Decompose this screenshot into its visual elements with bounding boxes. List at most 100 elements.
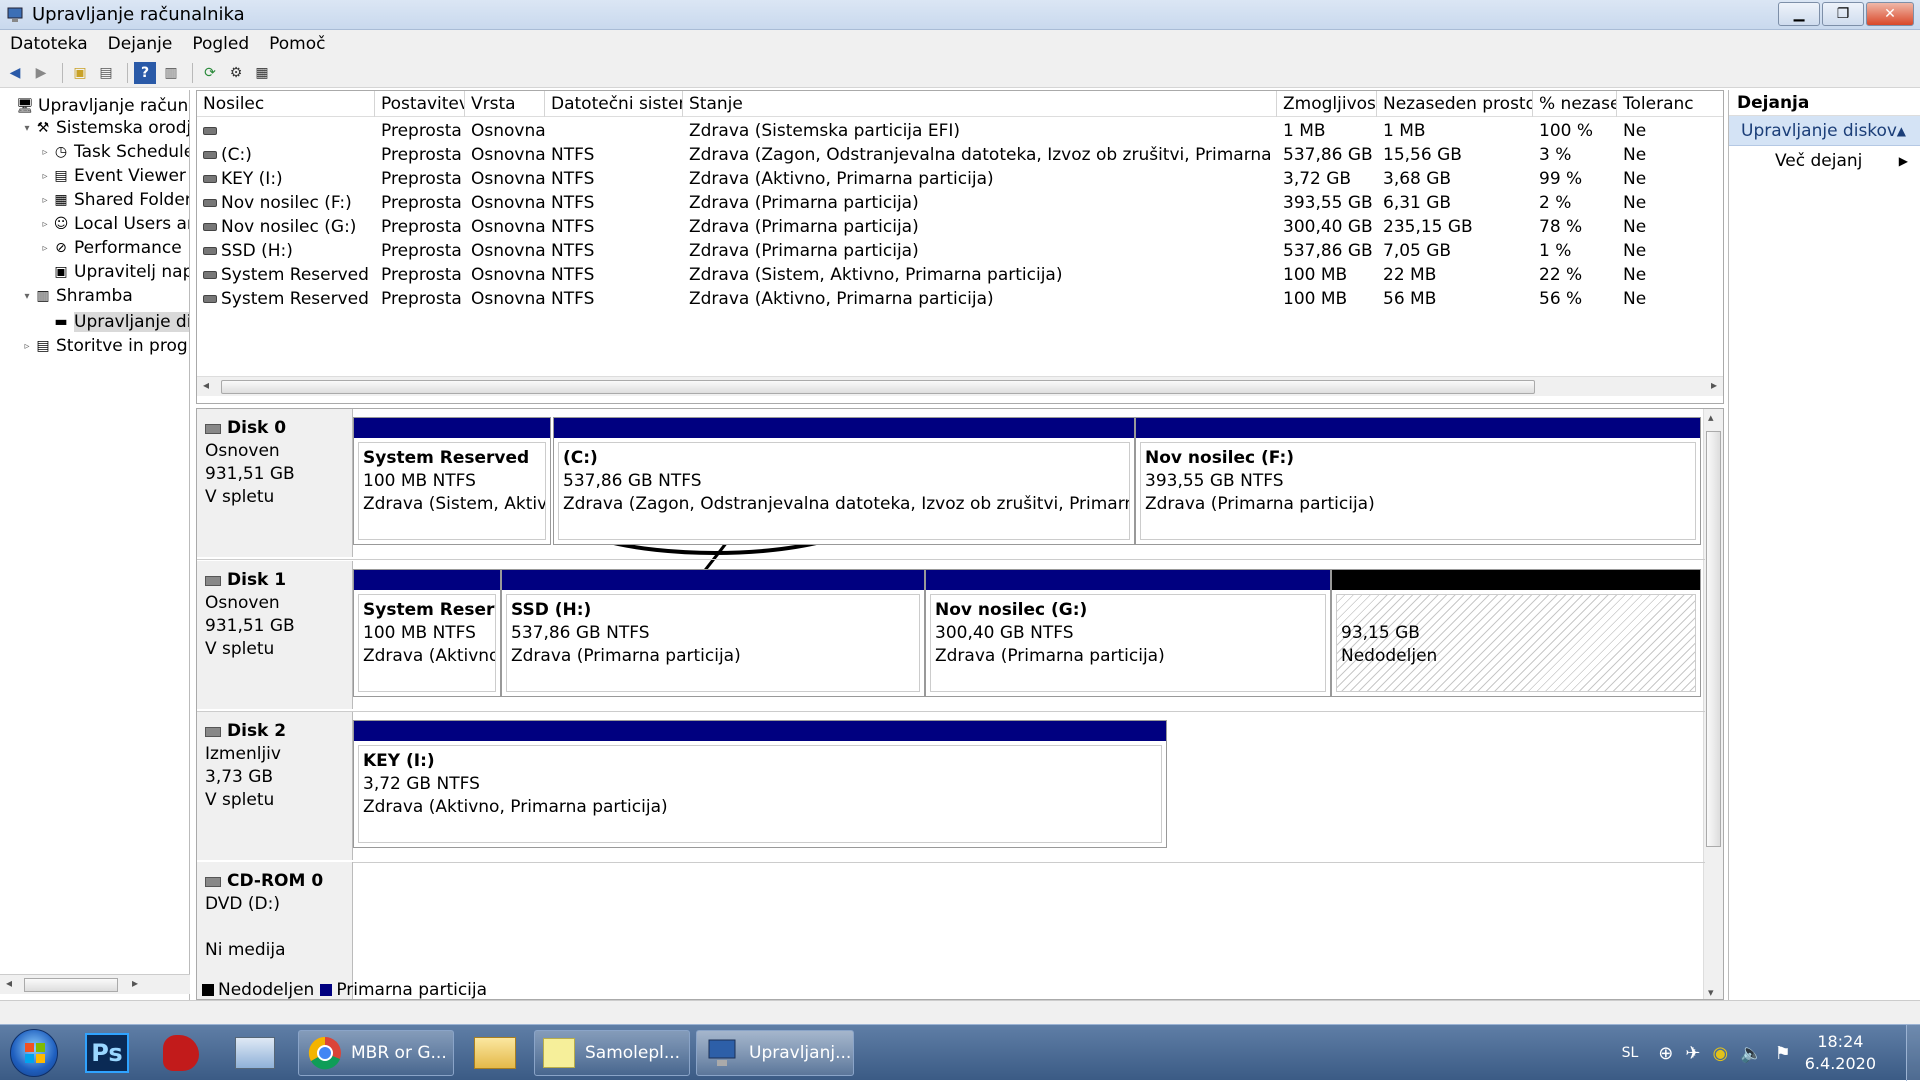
- expand-toggle-icon[interactable]: ▾: [20, 291, 34, 302]
- volume-row[interactable]: (C:) Preprosta Osnovna NTFS Zdrava (Zagon, O…: [197, 143, 1723, 167]
- tree-item[interactable]: ▹ ◷ Task Scheduler: [38, 140, 189, 164]
- photoshop-icon[interactable]: Ps: [76, 1029, 138, 1077]
- language-indicator[interactable]: SL: [1622, 1045, 1639, 1061]
- show-desktop-button[interactable]: [1906, 1025, 1920, 1081]
- expand-toggle-icon[interactable]: ▹: [38, 243, 52, 254]
- column-header[interactable]: Vrsta: [465, 91, 545, 117]
- volume-cell: 100 %: [1539, 121, 1594, 141]
- column-header[interactable]: Postavitev: [375, 91, 465, 117]
- forward-icon[interactable]: ▶: [30, 62, 52, 84]
- partition-block[interactable]: KEY (I:) 3,72 GB NTFS Zdrava (Aktivno, Pri…: [353, 720, 1167, 848]
- column-header[interactable]: Toleranc: [1617, 91, 1723, 117]
- scroll-thumb[interactable]: [24, 978, 118, 992]
- disk-label[interactable]: Disk 2 Izmenljiv 3,73 GB V spletu: [197, 712, 353, 860]
- control-panel-icon[interactable]: [224, 1029, 286, 1077]
- help-icon[interactable]: ?: [134, 61, 156, 84]
- volume-row[interactable]: SSD (H:) Preprosta Osnovna NTFS Zdrava (Prim…: [197, 239, 1723, 263]
- volume-row[interactable]: System Reserved Preprosta Osnovna NTFS Zdrav…: [197, 263, 1723, 287]
- partition-block[interactable]: (C:) 537,86 GB NTFS Zdrava (Zagon, Odstran…: [553, 417, 1135, 545]
- volume-list-horizontal-scrollbar[interactable]: ◂ ▸: [197, 376, 1723, 396]
- tree-item[interactable]: ▹☺ Local Users and: [38, 212, 189, 236]
- disk-label[interactable]: Disk 0 Osnoven 931,51 GB V spletu: [197, 409, 353, 557]
- action-center-icon[interactable]: ⚑: [1775, 1043, 1791, 1064]
- scroll-right-icon[interactable]: ▸: [132, 976, 138, 990]
- column-header[interactable]: Datotečni sistem: [545, 91, 683, 117]
- refresh-icon[interactable]: ⟳: [199, 62, 221, 84]
- show-tree-icon[interactable]: ▤: [95, 62, 117, 84]
- expand-toggle-icon[interactable]: ▹: [38, 219, 52, 230]
- volume-row[interactable]: Preprosta Osnovna Zdrava (Sistemska partic…: [197, 119, 1723, 143]
- volume-cell: Ne: [1623, 289, 1647, 309]
- tree-item[interactable]: 🖥Upravljanje računalni: [2, 94, 189, 118]
- scroll-down-icon[interactable]: ▾: [1708, 986, 1714, 999]
- task-computer-management[interactable]: Upravljanj...: [696, 1030, 854, 1076]
- more-actions-item[interactable]: Več dejanj ▶: [1729, 146, 1920, 176]
- security-icon[interactable]: ◉: [1712, 1043, 1728, 1064]
- scroll-left-icon[interactable]: ◂: [203, 378, 209, 392]
- actions-section-disk-management[interactable]: Upravljanje diskov ▲: [1729, 116, 1920, 146]
- disk-label[interactable]: Disk 1 Osnoven 931,51 GB V spletu: [197, 561, 353, 709]
- tree-item[interactable]: ▹▤ Storitve in program: [20, 334, 189, 358]
- column-header[interactable]: % nezasedeno: [1533, 91, 1617, 117]
- tree-item[interactable]: ▾ ▥ Shramba: [20, 284, 132, 308]
- tree-item[interactable]: ▾ ⚒ Sistemska orodja: [20, 116, 189, 140]
- properties-icon[interactable]: ⚙: [225, 62, 247, 84]
- volume-icon[interactable]: 🔈: [1740, 1043, 1762, 1064]
- volume-row[interactable]: System Reserved (E:) Preprosta Osnovna NTFS…: [197, 287, 1723, 311]
- tree-item-label: Shared Folders: [74, 190, 190, 210]
- pinned-app-icon[interactable]: [150, 1029, 212, 1077]
- task-sticky-notes[interactable]: Samolepl...: [534, 1030, 690, 1076]
- network-icon[interactable]: ✈: [1685, 1043, 1700, 1064]
- volume-row[interactable]: Nov nosilec (F:) Preprosta Osnovna NTFS Zdra…: [197, 191, 1723, 215]
- scroll-right-icon[interactable]: ▸: [1711, 378, 1717, 392]
- volume-row[interactable]: KEY (I:) Preprosta Osnovna NTFS Zdrava (Akti…: [197, 167, 1723, 191]
- expand-toggle-icon[interactable]: ▹: [38, 171, 52, 182]
- partition-block[interactable]: System Reserved 100 MB NTFS Zdrava (Aktivn…: [353, 569, 501, 697]
- tree-horizontal-scrollbar[interactable]: ◂ ▸: [0, 974, 190, 994]
- scroll-up-icon[interactable]: ▴: [1708, 411, 1714, 424]
- collapse-up-icon[interactable]: ▲: [1897, 116, 1906, 146]
- explorer-icon[interactable]: [464, 1029, 526, 1077]
- network-globe-icon[interactable]: ⊕: [1658, 1043, 1673, 1064]
- minimize-button[interactable]: ▁: [1778, 2, 1820, 26]
- volume-row[interactable]: Nov nosilec (G:) Preprosta Osnovna NTFS Zdra…: [197, 215, 1723, 239]
- scroll-thumb[interactable]: [221, 380, 1535, 394]
- tree-item[interactable]: ▹ ▤ Event Viewer: [38, 164, 185, 188]
- clock[interactable]: 18:24 6.4.2020: [1805, 1031, 1876, 1075]
- tree-item[interactable]: ▬ Upravljanje disko: [38, 310, 189, 334]
- partition-details: System Reserved 100 MB NTFS Zdrava (Sistem…: [358, 442, 546, 540]
- partition-block[interactable]: System Reserved 100 MB NTFS Zdrava (Sistem…: [353, 417, 551, 545]
- toolbar-separator: [62, 62, 63, 83]
- disk-settings-icon[interactable]: ▦: [251, 62, 273, 84]
- expand-toggle-icon[interactable]: ▹: [38, 147, 52, 158]
- close-button[interactable]: ✕: [1866, 2, 1914, 26]
- task-chrome[interactable]: MBR or G...: [298, 1030, 454, 1076]
- column-header[interactable]: Zmogljivost: [1277, 91, 1377, 117]
- menu-pomoc[interactable]: Pomoč: [259, 34, 335, 54]
- tree-item[interactable]: ▹ ▦ Shared Folders: [38, 188, 190, 212]
- tree-item[interactable]: ▣ Upravitelj naprav: [38, 260, 189, 284]
- column-header[interactable]: Stanje: [683, 91, 1277, 117]
- unallocated-space[interactable]: 93,15 GB Nedodeljen: [1331, 569, 1701, 697]
- expand-toggle-icon[interactable]: ▹: [38, 195, 52, 206]
- tree-item[interactable]: ▹ ⊘ Performance: [38, 236, 181, 260]
- menu-pogled[interactable]: Pogled: [182, 34, 259, 54]
- partition-block[interactable]: Nov nosilec (F:) 393,55 GB NTFS Zdrava (Pr…: [1135, 417, 1701, 545]
- menu-datoteka[interactable]: Datoteka: [0, 34, 98, 54]
- show-action-pane-icon[interactable]: ▥: [160, 62, 182, 84]
- start-button[interactable]: [10, 1029, 58, 1077]
- disk-map-vertical-scrollbar[interactable]: ▴ ▾: [1703, 409, 1723, 999]
- partition-block[interactable]: Nov nosilec (G:) 300,40 GB NTFS Zdrava (Pr…: [925, 569, 1331, 697]
- expand-toggle-icon[interactable]: ▾: [20, 123, 34, 134]
- up-folder-icon[interactable]: ▣: [69, 62, 91, 84]
- menu-dejanje[interactable]: Dejanje: [98, 34, 183, 54]
- scroll-left-icon[interactable]: ◂: [6, 976, 12, 990]
- scroll-thumb[interactable]: [1706, 431, 1721, 847]
- volume-cell: Preprosta: [381, 121, 462, 141]
- column-header[interactable]: Nosilec: [197, 91, 375, 117]
- expand-toggle-icon[interactable]: ▹: [20, 341, 34, 352]
- column-header[interactable]: Nezaseden prostor: [1377, 91, 1533, 117]
- restore-button[interactable]: ❐: [1822, 2, 1864, 26]
- partition-block[interactable]: SSD (H:) 537,86 GB NTFS Zdrava (Primarna p…: [501, 569, 925, 697]
- back-icon[interactable]: ◀: [4, 62, 26, 84]
